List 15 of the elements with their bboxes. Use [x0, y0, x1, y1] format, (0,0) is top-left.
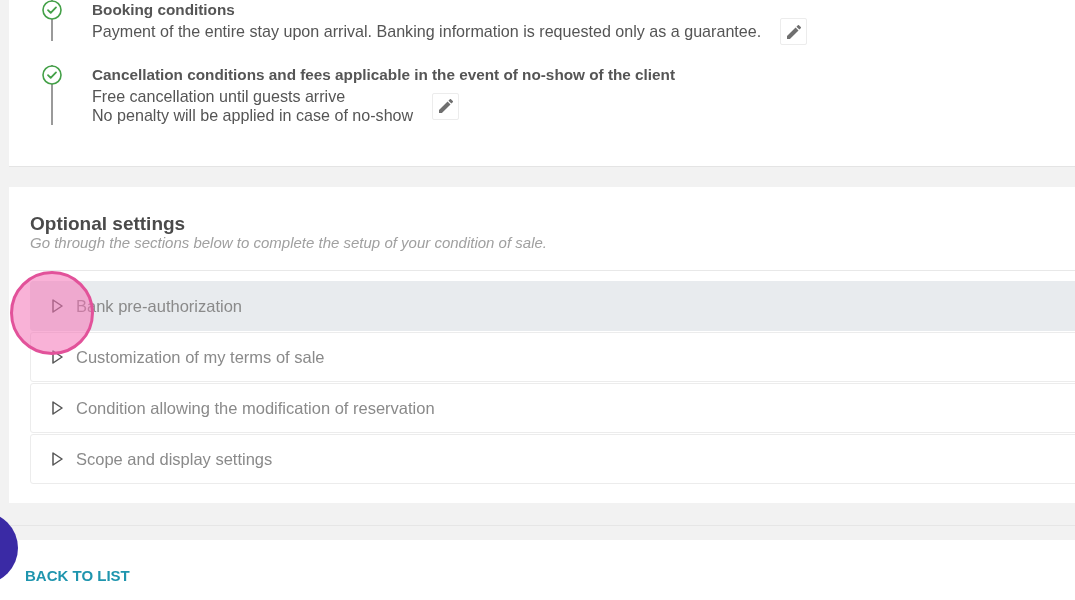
condition-text: No penalty will be applied in case of no-show: [92, 106, 414, 125]
condition-text: Payment of the entire stay upon arrival. Banking information is requested only as a guarantee.: [92, 22, 762, 41]
edit-button[interactable]: [432, 92, 460, 120]
accordion-row[interactable]: Condition allowing the modification of reservation: [30, 383, 1075, 433]
edit-button[interactable]: [780, 18, 808, 45]
condition-text: Free cancellation until guests arrive: [92, 87, 347, 106]
section-title: Optional settings: [30, 213, 187, 235]
back-link[interactable]: BACK TO LIST: [25, 567, 130, 585]
section-subtitle: Go through the sections below to complete the setup of your condition of sale.: [30, 235, 548, 251]
condition-title: Booking conditions: [92, 0, 236, 20]
condition-title: Cancellation conditions and fees applicable in the event of no-show of the client: [92, 65, 677, 85]
accordion-row[interactable]: Scope and display settings: [30, 434, 1075, 484]
pencil-icon: [438, 99, 453, 113]
accordion-row[interactable]: Customization of my terms of sale: [30, 332, 1075, 382]
pencil-icon: [786, 24, 801, 39]
